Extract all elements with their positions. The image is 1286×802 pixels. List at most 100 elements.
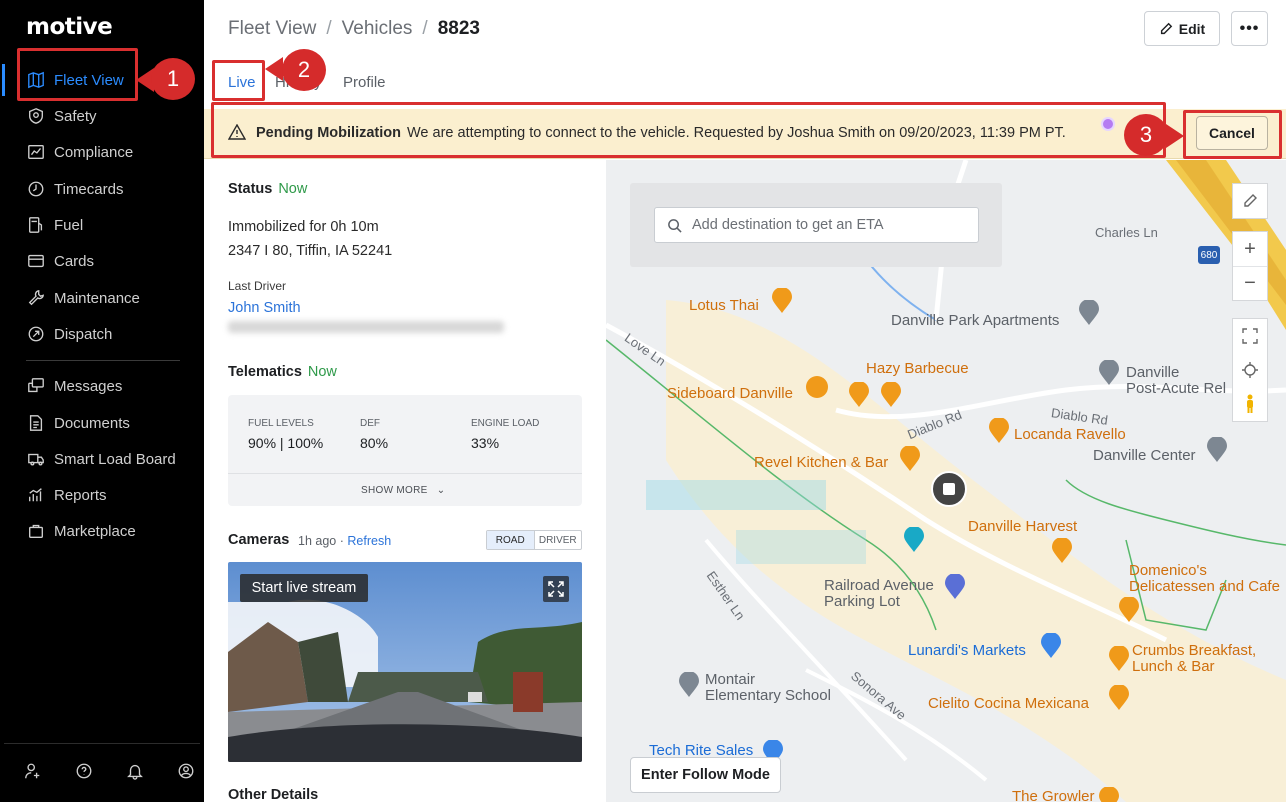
redacted-text — [228, 321, 504, 333]
map-place-growler[interactable]: The Growler — [1012, 788, 1095, 802]
sidebar-item-documents[interactable]: Documents — [16, 407, 188, 439]
pencil-draw-icon[interactable] — [1233, 184, 1267, 218]
breadcrumb: Fleet View / Vehicles / 8823 — [228, 18, 480, 40]
telematics-heading: Telematics Now — [228, 364, 337, 380]
place-pin-icon — [1079, 300, 1099, 325]
map-place-crumbs[interactable]: Crumbs Breakfast, Lunch & Bar — [1132, 643, 1256, 675]
annotation-box-fleet-view — [17, 48, 138, 101]
shield-icon — [26, 106, 46, 126]
annotation-box-cancel — [1183, 110, 1282, 159]
map-place-sideboard[interactable]: Sideboard Danville — [667, 385, 793, 402]
restaurant-pin-icon — [849, 382, 869, 407]
annotation-pointer — [1166, 124, 1184, 148]
engine-label: ENGINE LOAD — [471, 418, 540, 429]
sidebar-item-label: Reports — [54, 486, 107, 504]
motive-logo[interactable]: motive — [26, 14, 113, 40]
map-road-charles: Charles Ln — [1095, 225, 1158, 240]
sidebar-item-dispatch[interactable]: Dispatch — [16, 318, 188, 350]
tab-profile[interactable]: Profile — [343, 74, 386, 91]
breadcrumb-fleet-view[interactable]: Fleet View — [228, 18, 316, 40]
telematics-title: Telematics — [228, 364, 302, 380]
bell-icon[interactable] — [116, 762, 153, 780]
map-place-danville-park[interactable]: Danville Park Apartments — [891, 312, 1059, 329]
restaurant-pin-icon — [1099, 787, 1119, 802]
map-place-montair[interactable]: Montair Elementary School — [705, 672, 831, 704]
annotation-pointer — [265, 57, 283, 81]
map-draw-control — [1232, 183, 1268, 219]
annotation-badge-3: 3 — [1124, 114, 1168, 156]
map-place-danville-postacute[interactable]: Danville Post-Acute Rel — [1126, 365, 1226, 397]
sidebar-item-safety[interactable]: Safety — [16, 100, 188, 132]
destination-search-input[interactable]: Add destination to get an ETA — [654, 207, 979, 243]
start-live-stream-button[interactable]: Start live stream — [240, 574, 368, 602]
def-value: 80% — [360, 435, 389, 451]
sidebar-bottom-divider — [4, 743, 200, 744]
place-pin-icon — [1207, 437, 1227, 462]
status-state: Immobilized for 0h 10m — [228, 219, 379, 235]
sidebar-item-cards[interactable]: Cards — [16, 245, 188, 277]
map-place-revel[interactable]: Revel Kitchen & Bar — [754, 454, 888, 471]
sidebar-item-label: Documents — [54, 414, 130, 432]
sidebar-item-label: Marketplace — [54, 522, 136, 540]
parking-pin-icon — [945, 574, 965, 599]
camera-toggle: ROAD DRIVER — [486, 530, 582, 550]
map-place-lunardis[interactable]: Lunardi's Markets — [908, 642, 1026, 659]
vehicle-stopped-marker[interactable] — [931, 471, 967, 507]
enter-follow-mode-button[interactable]: Enter Follow Mode — [630, 757, 781, 793]
refresh-link[interactable]: Refresh — [347, 534, 391, 548]
cameras-ago: 1h ago — [298, 534, 337, 548]
account-icon[interactable] — [167, 762, 204, 780]
expand-icon[interactable] — [1233, 319, 1267, 353]
telematics-divider — [228, 473, 582, 474]
more-options-button[interactable]: ••• — [1231, 11, 1268, 46]
document-icon — [26, 413, 46, 433]
breadcrumb-separator: / — [326, 18, 332, 39]
bag-icon — [26, 521, 46, 541]
sidebar-divider — [26, 360, 180, 361]
map-place-hazy-bbq[interactable]: Hazy Barbecue — [866, 360, 969, 377]
status-updated: Now — [278, 181, 308, 197]
edit-button[interactable]: Edit — [1144, 11, 1220, 46]
map-place-locanda[interactable]: Locanda Ravello — [1014, 426, 1126, 443]
sidebar-item-messages[interactable]: Messages — [16, 370, 188, 402]
sidebar-item-label: Messages — [54, 377, 123, 395]
restaurant-pin-icon — [1109, 646, 1129, 671]
last-driver-link[interactable]: John Smith — [228, 300, 301, 316]
map-place-lotus-thai[interactable]: Lotus Thai — [689, 297, 759, 314]
sidebar-item-timecards[interactable]: Timecards — [16, 173, 188, 205]
reports-icon — [26, 485, 46, 505]
restaurant-pin-icon — [989, 418, 1009, 443]
sidebar-item-fuel[interactable]: Fuel — [16, 209, 188, 241]
road-camera-toggle[interactable]: ROAD — [487, 531, 535, 549]
sidebar-item-maintenance[interactable]: Maintenance — [16, 282, 188, 314]
zoom-in-icon[interactable]: + — [1233, 232, 1267, 266]
map-place-cielito[interactable]: Cielito Cocina Mexicana — [928, 695, 1089, 712]
user-settings-icon[interactable] — [14, 762, 51, 780]
restaurant-pin-icon — [1119, 597, 1139, 622]
sidebar-item-reports[interactable]: Reports — [16, 479, 188, 511]
driver-camera-toggle[interactable]: DRIVER — [535, 531, 582, 549]
help-icon[interactable] — [65, 762, 102, 780]
annotation-box-live-tab — [212, 60, 265, 101]
street-view-icon[interactable] — [1233, 387, 1267, 421]
map-place-danville-harvest[interactable]: Danville Harvest — [968, 518, 1077, 535]
truck-icon — [26, 449, 46, 469]
sidebar-item-compliance[interactable]: Compliance — [16, 136, 188, 168]
locate-icon[interactable] — [1233, 353, 1267, 387]
zoom-out-icon[interactable]: − — [1233, 266, 1267, 300]
fullscreen-icon[interactable] — [543, 576, 569, 602]
map-place-domenicos[interactable]: Domenico's Delicatessen and Cafe — [1129, 563, 1280, 595]
sidebar-item-smart-load-board[interactable]: Smart Load Board — [16, 443, 188, 475]
sidebar-item-label: Dispatch — [54, 325, 113, 343]
show-more-button[interactable]: SHOW MORE ⌄ — [361, 485, 445, 496]
dispatch-icon — [26, 324, 46, 344]
map-place-railroad[interactable]: Railroad Avenue Parking Lot — [824, 578, 934, 610]
card-icon — [26, 251, 46, 271]
restaurant-pin-icon — [1052, 538, 1072, 563]
sidebar-item-marketplace[interactable]: Marketplace — [16, 515, 188, 547]
breadcrumb-vehicles[interactable]: Vehicles — [342, 18, 413, 40]
shopping-pin-icon — [1041, 633, 1061, 658]
interstate-shield-icon: 680 — [1198, 246, 1220, 264]
map-place-danville-center[interactable]: Danville Center — [1093, 447, 1196, 464]
last-driver-label: Last Driver — [228, 279, 287, 293]
